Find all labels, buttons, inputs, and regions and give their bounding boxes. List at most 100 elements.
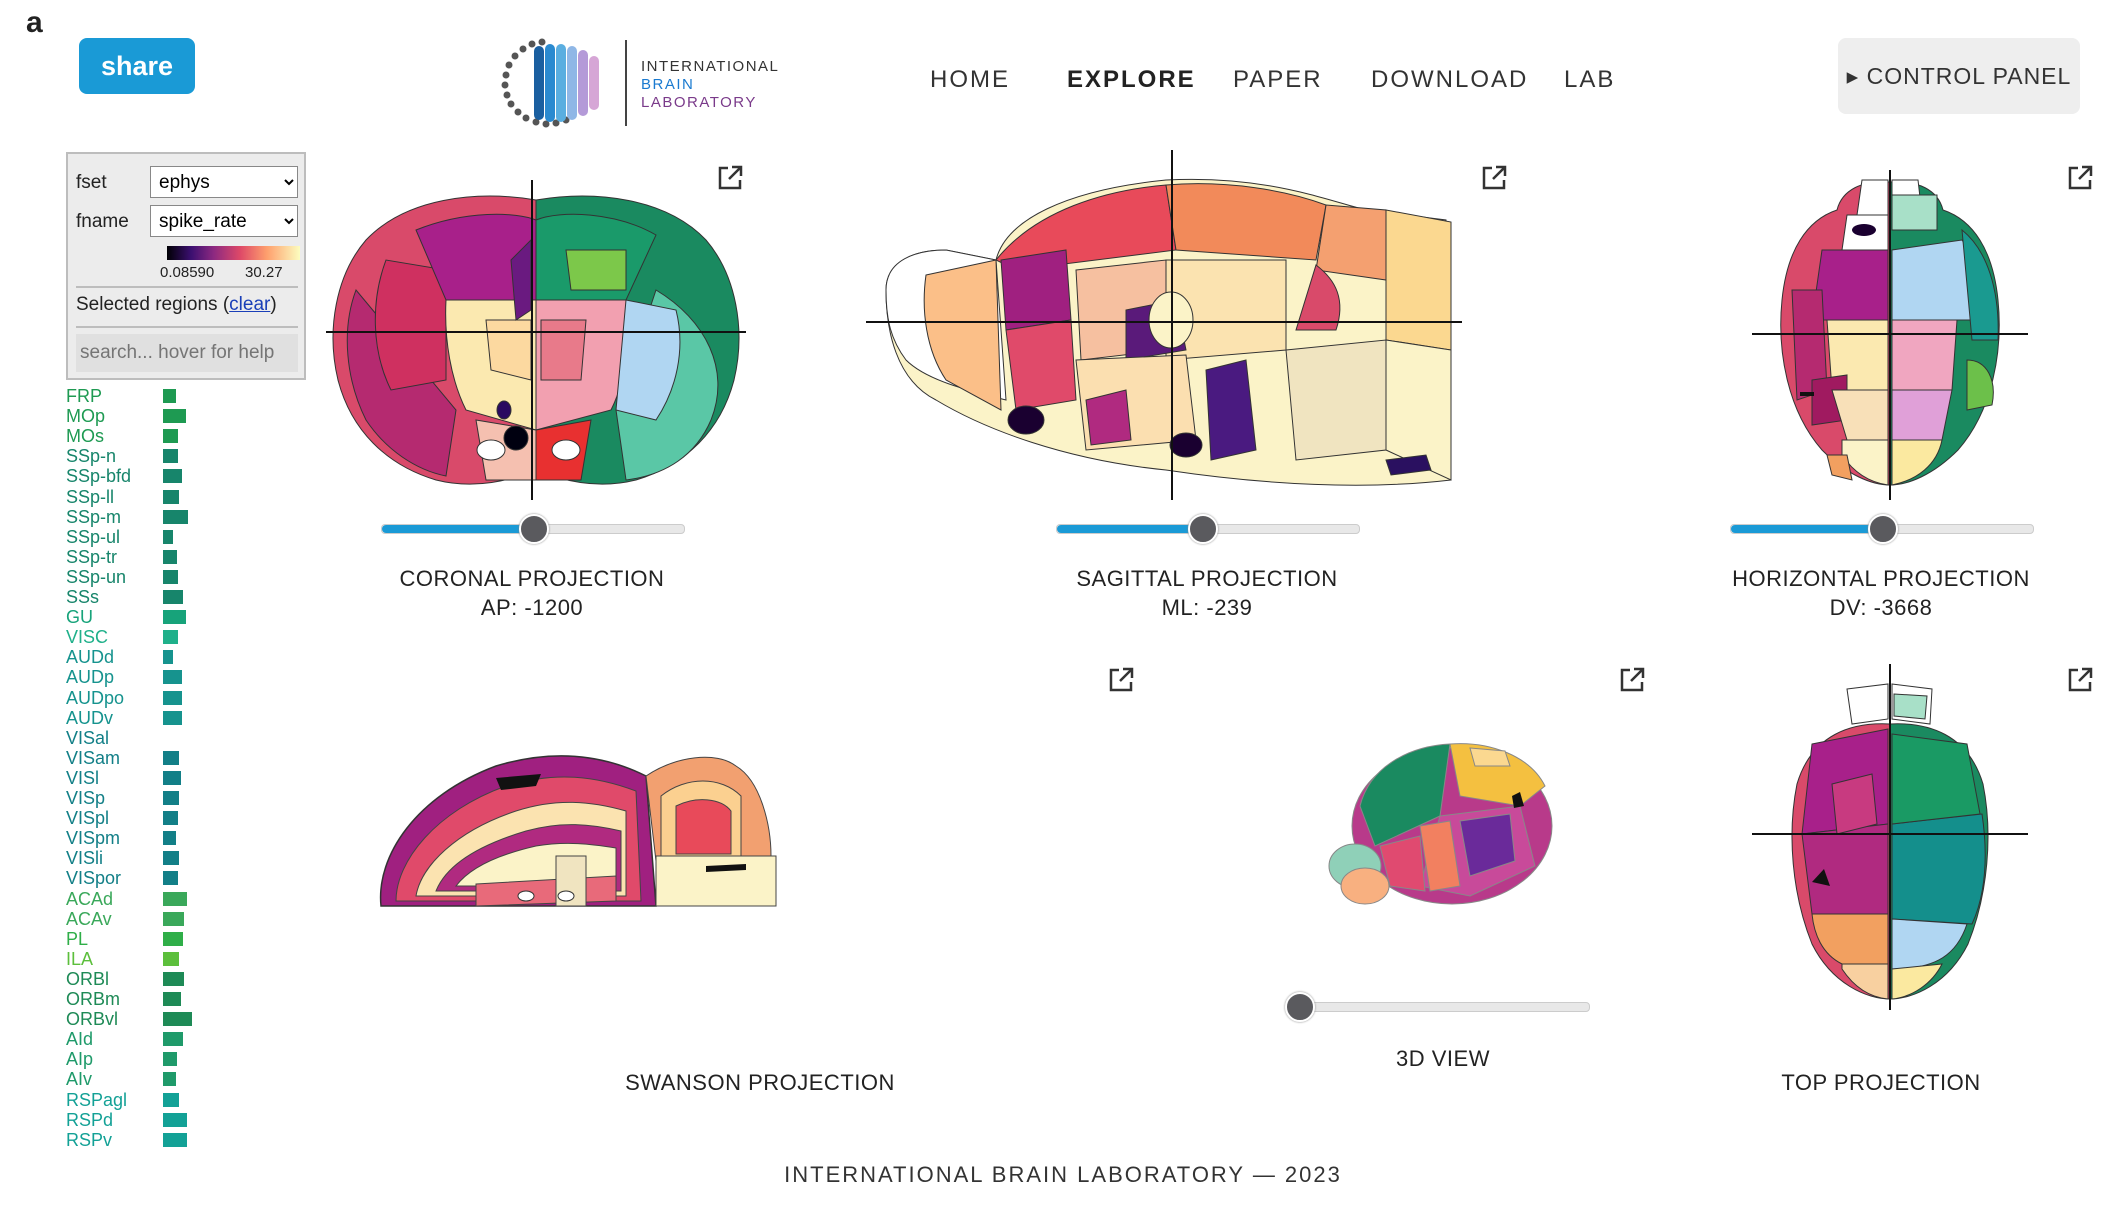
region-item[interactable]: VISli — [66, 848, 226, 868]
coronal-brain-map[interactable] — [326, 180, 746, 500]
region-item[interactable]: SSs — [66, 587, 226, 607]
region-name: FRP — [66, 386, 102, 406]
logo-line1: INTERNATIONAL — [641, 58, 780, 75]
region-name: VISpm — [66, 828, 121, 849]
nav-home[interactable]: HOME — [930, 66, 1010, 94]
top-external-link-icon[interactable] — [2066, 666, 2094, 694]
logo-line3: LABORATORY — [641, 94, 757, 111]
region-name: SSp-tr — [66, 546, 118, 567]
sagittal-slider[interactable] — [1056, 514, 1360, 544]
region-item[interactable]: AUDd — [66, 647, 226, 667]
coronal-slider[interactable] — [381, 514, 685, 544]
region-item[interactable]: SSp-n — [66, 446, 226, 466]
region-value-bar — [163, 449, 178, 464]
region-value-bar — [163, 992, 181, 1006]
sagittal-coordinate: ML: -239 — [1161, 595, 1253, 620]
nav-lab[interactable]: LAB — [1564, 66, 1615, 94]
nav-download[interactable]: DOWNLOAD — [1371, 66, 1528, 94]
logo-divider — [625, 40, 627, 126]
ibl-logo-mark — [501, 38, 599, 128]
region-item[interactable]: GU — [66, 607, 226, 627]
swanson-external-link-icon[interactable] — [1107, 666, 1135, 694]
region-item[interactable]: SSp-ll — [66, 487, 226, 507]
fname-select[interactable]: spike_rate — [150, 205, 298, 237]
logo-line2: BRAIN — [641, 76, 695, 93]
share-button[interactable]: share — [79, 38, 195, 94]
colorbar — [167, 246, 300, 260]
region-name: RSPagl — [66, 1089, 128, 1110]
3d-slider-knob[interactable] — [1285, 992, 1315, 1022]
sagittal-brain-map[interactable] — [866, 150, 1462, 500]
region-name: AIv — [66, 1069, 93, 1090]
swanson-flatmap[interactable] — [376, 736, 780, 916]
fset-label: fset — [76, 172, 107, 193]
region-item[interactable]: ACAv — [66, 909, 226, 929]
region-name: VISam — [66, 747, 121, 768]
region-item[interactable]: MOp — [66, 406, 226, 426]
region-value-bar — [163, 650, 173, 665]
region-item[interactable]: MOs — [66, 426, 226, 446]
region-name: VISC — [66, 627, 109, 648]
region-item[interactable]: SSp-ul — [66, 527, 226, 547]
region-item[interactable]: ORBl — [66, 969, 226, 989]
region-item[interactable]: AIp — [66, 1049, 226, 1069]
region-item[interactable]: VISpor — [66, 868, 226, 888]
region-item[interactable]: SSp-tr — [66, 547, 226, 567]
coronal-external-link-icon[interactable] — [716, 164, 744, 192]
region-item[interactable]: ORBm — [66, 989, 226, 1009]
3d-external-link-icon[interactable] — [1618, 666, 1646, 694]
region-item[interactable]: ILA — [66, 949, 226, 969]
region-item[interactable]: AId — [66, 1029, 226, 1049]
region-item[interactable]: PL — [66, 929, 226, 949]
region-list: FRP MOp MOs SSp-n SSp-bfd SSp-ll SSp-m SSp-ul SS… — [66, 386, 226, 1150]
region-item[interactable]: SSp-un — [66, 567, 226, 587]
nav-explore[interactable]: EXPLORE — [1067, 66, 1196, 94]
sagittal-external-link-icon[interactable] — [1480, 164, 1508, 192]
fset-select[interactable]: ephys — [150, 166, 298, 198]
region-search-input[interactable] — [76, 334, 298, 372]
horizontal-brain-map[interactable] — [1752, 170, 2028, 500]
region-item[interactable]: VISpl — [66, 808, 226, 828]
region-item[interactable]: RSPv — [66, 1130, 226, 1150]
horizontal-external-link-icon[interactable] — [2066, 164, 2094, 192]
region-item[interactable]: AUDv — [66, 708, 226, 728]
3d-brain-view[interactable] — [1320, 726, 1560, 926]
region-item[interactable]: VISpm — [66, 828, 226, 848]
top-brain-map[interactable] — [1752, 664, 2028, 1010]
region-value-bar — [163, 851, 179, 866]
region-item[interactable]: RSPagl — [66, 1090, 226, 1110]
horizontal-slider[interactable] — [1730, 514, 2034, 544]
region-item[interactable]: VISl — [66, 768, 226, 788]
region-value-bar — [163, 1112, 187, 1127]
3d-rotation-slider[interactable] — [1285, 992, 1590, 1022]
region-item[interactable]: VISal — [66, 728, 226, 748]
region-item[interactable]: VISam — [66, 748, 226, 768]
region-value-bar — [163, 891, 187, 906]
region-item[interactable]: SSp-bfd — [66, 466, 226, 486]
region-item[interactable]: AIv — [66, 1069, 226, 1089]
control-panel-button[interactable]: ▸ CONTROL PANEL — [1838, 38, 2080, 114]
horizontal-slider-knob[interactable] — [1868, 514, 1898, 544]
region-item[interactable]: VISp — [66, 788, 226, 808]
region-name: VISp — [66, 788, 106, 808]
clear-link[interactable]: clear — [229, 294, 270, 315]
region-name: VISl — [66, 767, 100, 788]
region-value-bar — [163, 469, 182, 484]
region-value-bar — [163, 569, 178, 584]
region-value-bar — [163, 811, 178, 826]
region-item[interactable]: SSp-m — [66, 507, 226, 527]
region-name: ORBl — [66, 968, 110, 989]
region-item[interactable]: ACAd — [66, 889, 226, 909]
horizontal-slider-fill — [1731, 525, 1882, 533]
nav-paper[interactable]: PAPER — [1233, 66, 1323, 94]
region-item[interactable]: RSPd — [66, 1110, 226, 1130]
region-item[interactable]: VISC — [66, 627, 226, 647]
region-item[interactable]: FRP — [66, 386, 226, 406]
coronal-slider-knob[interactable] — [519, 514, 549, 544]
region-item[interactable]: AUDpo — [66, 688, 226, 708]
ibl-logo[interactable]: INTERNATIONAL BRAIN LABORATORY — [494, 36, 778, 130]
selected-regions-label: Selected regions (clear) — [76, 294, 277, 315]
region-item[interactable]: ORBvl — [66, 1009, 226, 1029]
region-item[interactable]: AUDp — [66, 667, 226, 687]
sagittal-slider-knob[interactable] — [1187, 514, 1218, 544]
